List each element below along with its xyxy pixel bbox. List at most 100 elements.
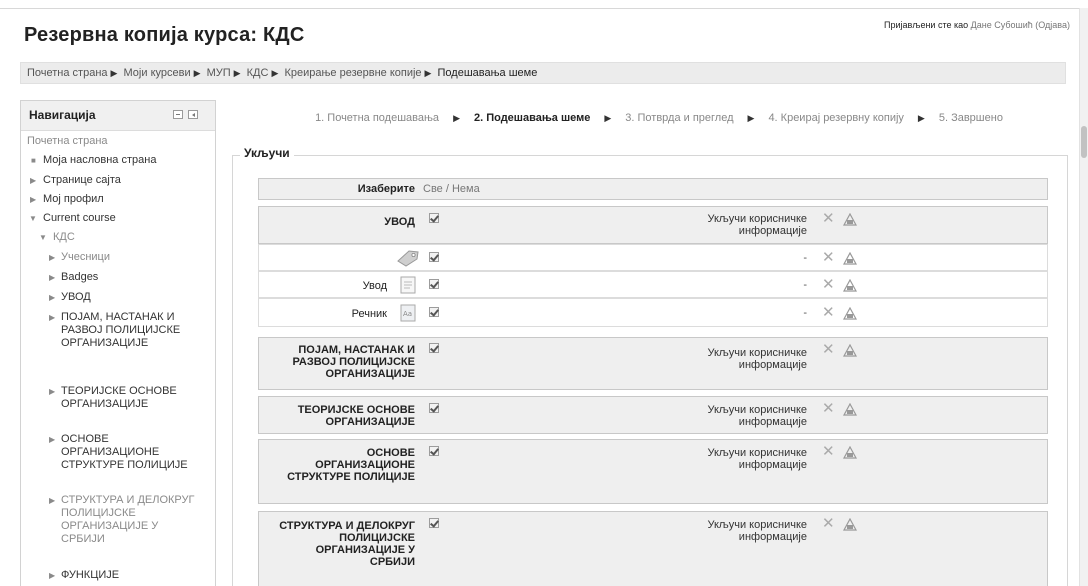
- nav-item-current-course[interactable]: ▼ Current course: [27, 212, 116, 225]
- include-user-info-label: Укључи корисничке информације: [707, 447, 807, 471]
- breadcrumb-separator-icon: ▶: [271, 68, 279, 78]
- activity-row-glossary: Речник Aa - ✕: [258, 298, 1048, 327]
- step-arrow-icon: ▶: [747, 113, 755, 123]
- navigation-block-header: Навигација: [21, 101, 215, 131]
- select-all-row: Изаберите Све / Нема: [258, 178, 1048, 200]
- lock-icon: [843, 403, 857, 416]
- breadcrumb-separator-icon: ▶: [193, 68, 201, 78]
- lock-icon: [843, 307, 857, 320]
- page-icon: [400, 276, 416, 294]
- expand-arrow-icon: ▶: [49, 313, 56, 322]
- delete-icon: ✕: [822, 304, 835, 321]
- section-include-checkbox[interactable]: [429, 213, 439, 223]
- section-include-checkbox[interactable]: [429, 446, 439, 456]
- nav-item-label: ФУНКЦИЈЕ: [61, 569, 120, 581]
- nav-item-label: Странице сајта: [43, 174, 121, 186]
- page-title: Резервна копија курса: КДС: [24, 24, 305, 46]
- backup-steps: 1. Почетна подешавања ▶ 2. Подешавања шеме…: [264, 110, 1054, 126]
- activity-title: Речник: [351, 308, 387, 320]
- dock-block-icon[interactable]: [188, 110, 198, 119]
- nav-item-topic-1[interactable]: ▶ ПОЈАМ, НАСТАНАК И РАЗВОЈ ПОЛИЦИЈСКЕ ОРГ…: [47, 311, 201, 350]
- dash-label: -: [803, 252, 807, 264]
- step-3: 3. Потврда и преглед: [625, 112, 734, 124]
- top-border: [0, 8, 1088, 9]
- step-1: 1. Почетна подешавања: [315, 112, 440, 124]
- nav-item-label: ТЕОРИЈСКЕ ОСНОВЕ ОРГАНИЗАЦИЈЕ: [61, 385, 177, 410]
- delete-icon: ✕: [822, 249, 835, 266]
- delete-icon: ✕: [822, 515, 835, 532]
- nav-item-course[interactable]: ▼ КДС: [37, 231, 75, 244]
- activity-title: Увод: [362, 280, 387, 292]
- section-row-topic-4: СТРУКТУРА И ДЕЛОКРУГ ПОЛИЦИЈСКЕ ОРГАНИЗА…: [258, 511, 1048, 586]
- section-include-checkbox[interactable]: [429, 343, 439, 353]
- expand-arrow-icon: ▶: [30, 195, 37, 204]
- glossary-icon: Aa: [400, 304, 416, 322]
- step-2-current: 2. Подешавања шеме: [473, 112, 591, 124]
- section-title: ПОЈАМ, НАСТАНАК И РАЗВОЈ ПОЛИЦИЈСКЕ ОРГА…: [292, 344, 415, 380]
- breadcrumb-separator-icon: ▶: [110, 68, 118, 78]
- nav-home[interactable]: Почетна страна: [27, 135, 108, 148]
- nav-item-site-pages[interactable]: ▶ Странице сајта: [27, 174, 121, 187]
- select-all-none-link[interactable]: Све / Нема: [423, 183, 480, 195]
- section-include-checkbox[interactable]: [429, 403, 439, 413]
- breadcrumb-separator-icon: ▶: [233, 68, 241, 78]
- nav-item-intro[interactable]: ▶ УВОД: [47, 291, 91, 304]
- lock-icon: [843, 252, 857, 265]
- step-arrow-icon: ▶: [604, 113, 612, 123]
- scrollbar-thumb[interactable]: [1081, 126, 1087, 158]
- expand-arrow-icon: ▶: [49, 387, 56, 396]
- nav-item-label: Моја насловна страна: [43, 154, 157, 166]
- nav-item-label: СТРУКТУРА И ДЕЛОКРУГ ПОЛИЦИЈСКЕ ОРГАНИЗА…: [61, 494, 195, 545]
- step-arrow-icon: ▶: [453, 113, 460, 123]
- nav-item-label: Мој профил: [43, 193, 104, 205]
- section-row-topic-2: ТЕОРИЈСКЕ ОСНОВЕ ОРГАНИЗАЦИЈЕ Укључи кор…: [258, 396, 1048, 434]
- logout-link[interactable]: (Одјава): [1035, 20, 1070, 30]
- section-include-checkbox[interactable]: [429, 518, 439, 528]
- nav-item-my-profile[interactable]: ▶ Мој профил: [27, 193, 104, 206]
- nav-item-label: УВОД: [61, 291, 91, 303]
- nav-item-topic-2[interactable]: ▶ ТЕОРИЈСКЕ ОСНОВЕ ОРГАНИЗАЦИЈЕ: [47, 385, 201, 411]
- nav-item-topic-3[interactable]: ▶ ОСНОВЕ ОРГАНИЗАЦИОНЕ СТРУКТУРЕ ПОЛИЦИЈЕ: [47, 433, 201, 472]
- navigation-block: Навигација Почетна страна ■ Моја насловна…: [20, 100, 216, 586]
- expand-arrow-icon: ▶: [49, 253, 56, 262]
- select-label: Изаберите: [357, 183, 415, 195]
- expand-arrow-icon: ▶: [30, 176, 37, 185]
- tag-icon: [397, 250, 419, 267]
- collapse-block-icon[interactable]: [173, 110, 183, 119]
- nav-item-label: КДС: [53, 231, 75, 243]
- lock-icon: [843, 279, 857, 292]
- breadcrumb-backup[interactable]: Креирање резервне копије: [284, 67, 421, 79]
- expand-arrow-icon: ▶: [49, 293, 56, 302]
- nav-item-badges[interactable]: ▶ Badges: [47, 271, 98, 284]
- delete-icon: ✕: [822, 443, 835, 460]
- breadcrumb-kds[interactable]: КДС: [247, 67, 269, 79]
- section-row-topic-1: ПОЈАМ, НАСТАНАК И РАЗВОЈ ПОЛИЦИЈСКЕ ОРГА…: [258, 337, 1048, 390]
- collapse-arrow-icon: ▼: [39, 233, 47, 242]
- nav-item-topic-5[interactable]: ▶ ФУНКЦИЈЕ: [47, 569, 119, 582]
- collapse-arrow-icon: ▼: [29, 214, 37, 223]
- page-scrollbar[interactable]: [1079, 8, 1088, 586]
- nav-item-topic-4[interactable]: ▶ СТРУКТУРА И ДЕЛОКРУГ ПОЛИЦИЈСКЕ ОРГАНИЗ…: [47, 494, 201, 546]
- breadcrumb-separator-icon: ▶: [424, 68, 432, 78]
- activity-include-checkbox[interactable]: [429, 307, 439, 317]
- step-5: 5. Завршено: [938, 112, 1003, 124]
- breadcrumb-mup[interactable]: МУП: [207, 67, 231, 79]
- breadcrumb-my-courses[interactable]: Моји курсеви: [124, 67, 191, 79]
- bullet-icon: ■: [31, 156, 36, 165]
- nav-item-participants[interactable]: ▶ Учесници: [47, 251, 110, 264]
- user-link[interactable]: Дане Субошић: [971, 20, 1033, 30]
- nav-item-label: Current course: [43, 212, 116, 224]
- breadcrumb: Почетна страна ▶ Моји курсеви ▶ МУП ▶ КДС ▶ …: [20, 62, 1066, 84]
- activity-include-checkbox[interactable]: [429, 279, 439, 289]
- nav-item-my-home[interactable]: ■ Моја насловна страна: [27, 154, 156, 167]
- delete-icon: ✕: [822, 210, 835, 227]
- login-prefix: Пријављени сте као: [884, 20, 969, 30]
- activity-include-checkbox[interactable]: [429, 252, 439, 262]
- dash-label: -: [803, 307, 807, 319]
- breadcrumb-home[interactable]: Почетна страна: [27, 67, 108, 79]
- svg-text:Aa: Aa: [403, 310, 412, 318]
- dash-label: -: [803, 279, 807, 291]
- activity-row: - ✕: [258, 244, 1048, 271]
- nav-item-label: ОСНОВЕ ОРГАНИЗАЦИОНЕ СТРУКТУРЕ ПОЛИЦИЈЕ: [61, 433, 188, 471]
- include-user-info-label: Укључи корисничке информације: [707, 404, 807, 428]
